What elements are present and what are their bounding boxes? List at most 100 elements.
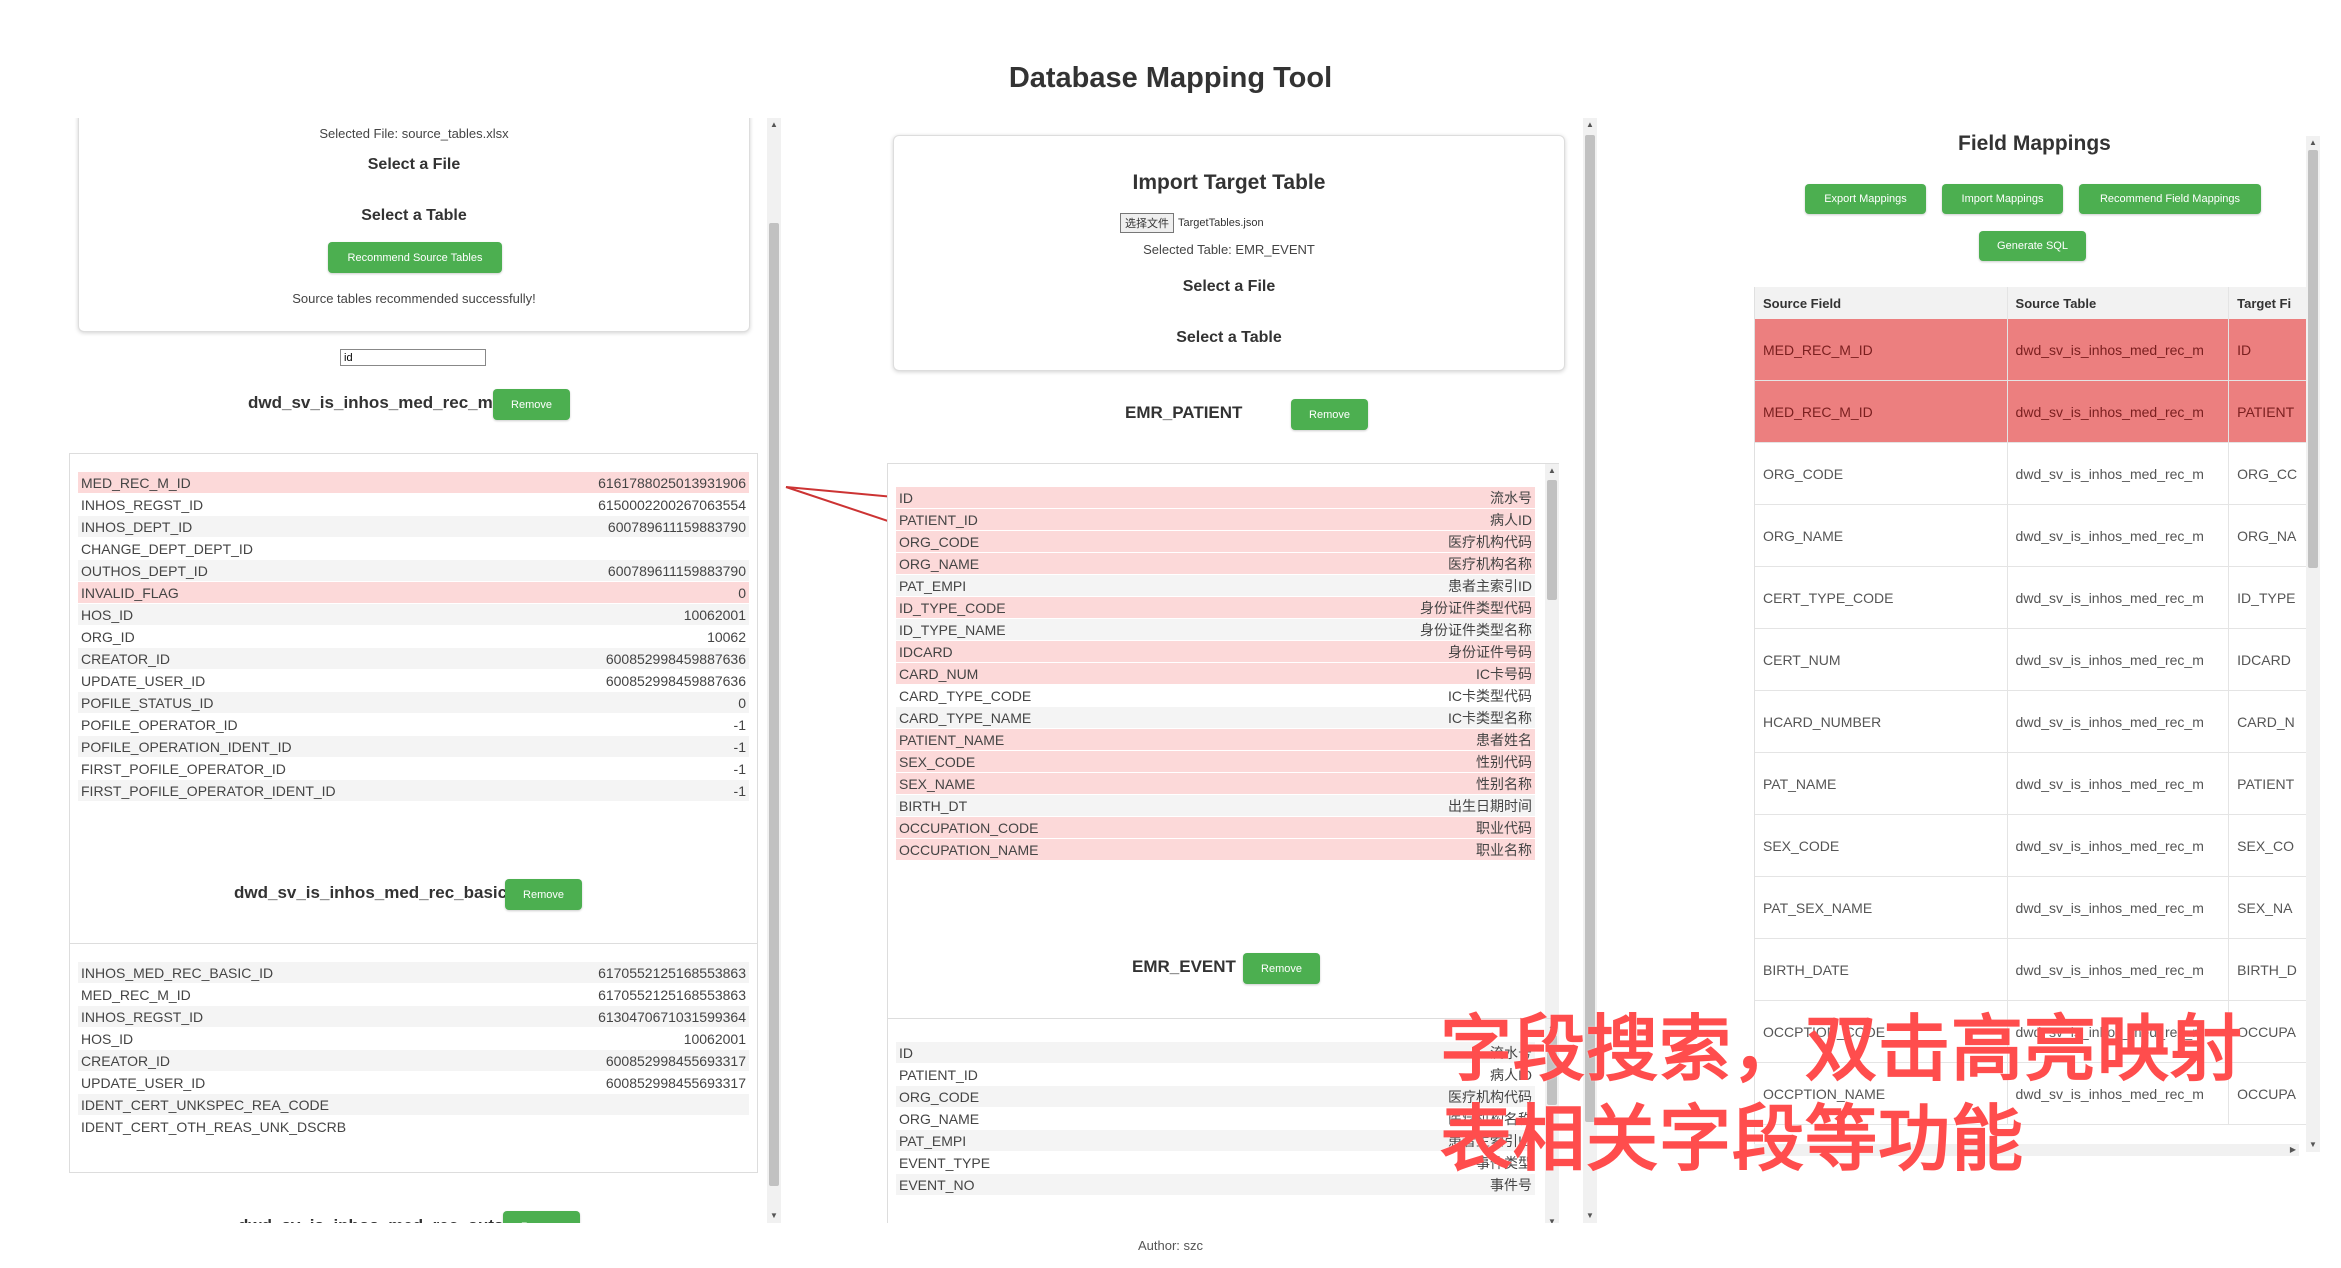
mapping-row[interactable]: PAT_SEX_NAME dwd_sv_is_inhos_med_rec_m SEX… bbox=[1755, 877, 2320, 939]
table-row[interactable]: ID 流水号 bbox=[896, 486, 1535, 508]
remove-button[interactable]: Remove bbox=[1243, 953, 1320, 984]
mapping-row[interactable]: SEX_CODE dwd_sv_is_inhos_med_rec_m SEX_CO bbox=[1755, 815, 2320, 877]
scroll-thumb[interactable] bbox=[2308, 150, 2318, 568]
table-row[interactable]: ORG_NAME 医疗机构名称 bbox=[896, 552, 1535, 574]
select-table-label[interactable]: Select a Table bbox=[79, 207, 749, 225]
select-file-label[interactable]: Select a File bbox=[894, 278, 1564, 296]
table-row[interactable]: SEX_CODE 性别代码 bbox=[896, 750, 1535, 772]
mapping-row[interactable]: ORG_NAME dwd_sv_is_inhos_med_rec_m ORG_NA bbox=[1755, 505, 2320, 567]
table-row[interactable]: BIRTH_DT 出生日期时间 bbox=[896, 794, 1535, 816]
mapping-row[interactable]: MED_REC_M_ID dwd_sv_is_inhos_med_rec_m PAT… bbox=[1755, 381, 2320, 443]
table-row[interactable]: ID_TYPE_CODE 身份证件类型代码 bbox=[896, 596, 1535, 618]
source-status-text: Source tables recommended successfully! bbox=[292, 291, 536, 306]
table-row[interactable]: INVALID_FLAG 0 bbox=[78, 581, 749, 603]
scroll-down-arrow-icon[interactable]: ▼ bbox=[2306, 1138, 2320, 1152]
table-row[interactable]: INHOS_REGST_ID 6130470671031599364 bbox=[78, 1005, 749, 1027]
table-row[interactable]: INHOS_REGST_ID 6150002200267063554 bbox=[78, 493, 749, 515]
table-row[interactable]: INHOS_MED_REC_BASIC_ID 617055212516855386… bbox=[78, 961, 749, 983]
choose-file-button[interactable]: 选择文件 bbox=[1120, 213, 1174, 233]
column-header[interactable]: Source Field bbox=[1755, 287, 2008, 319]
table-row[interactable]: UPDATE_USER_ID 600852998455693317 bbox=[78, 1071, 749, 1093]
table-row[interactable]: IDENT_CERT_OTH_REAS_UNK_DSCRB bbox=[78, 1115, 749, 1137]
table-row[interactable]: HOS_ID 10062001 bbox=[78, 1027, 749, 1049]
mappings-scrollbar[interactable]: ▲ ▼ bbox=[2306, 136, 2320, 1152]
table-row[interactable]: IDENT_CERT_UNKSPEC_REA_CODE bbox=[78, 1093, 749, 1115]
field-value: 0 bbox=[738, 584, 746, 601]
table-row[interactable]: CARD_NUM IC卡号码 bbox=[896, 662, 1535, 684]
mapping-row[interactable]: MED_REC_M_ID dwd_sv_is_inhos_med_rec_m ID bbox=[1755, 319, 2320, 381]
field-value: 10062 bbox=[707, 628, 746, 645]
mapping-row[interactable]: CERT_NUM dwd_sv_is_inhos_med_rec_m IDCARD bbox=[1755, 629, 2320, 691]
select-table-label[interactable]: Select a Table bbox=[894, 329, 1564, 347]
scroll-up-arrow-icon[interactable]: ▲ bbox=[1583, 118, 1597, 132]
source-scrollbar[interactable]: ▲ ▼ bbox=[767, 118, 781, 1223]
scroll-thumb[interactable] bbox=[769, 223, 779, 1186]
table-row[interactable]: MED_REC_M_ID 6161788025013931906 bbox=[78, 471, 749, 493]
scroll-thumb[interactable] bbox=[1585, 135, 1595, 1122]
source-table-cell: dwd_sv_is_inhos_med_rec_m bbox=[2008, 753, 2230, 814]
table-row[interactable]: ID_TYPE_NAME 身份证件类型名称 bbox=[896, 618, 1535, 640]
field-value: 6161788025013931906 bbox=[598, 474, 746, 491]
table-row[interactable]: INHOS_DEPT_ID 600789611159883790 bbox=[78, 515, 749, 537]
target-table-scrollbar[interactable]: ▲ ▼ bbox=[1545, 464, 1559, 1045]
scroll-down-arrow-icon[interactable]: ▼ bbox=[1583, 1209, 1597, 1223]
field-name: ORG_NAME bbox=[899, 1110, 980, 1127]
file-picker[interactable]: 选择文件 TargetTables.json bbox=[1120, 213, 1264, 233]
table-row[interactable]: CARD_TYPE_CODE IC卡类型代码 bbox=[896, 684, 1535, 706]
remove-button[interactable]: Remove bbox=[503, 1211, 580, 1223]
field-value: -1 bbox=[733, 760, 746, 777]
table-row[interactable]: IDCARD 身份证件号码 bbox=[896, 640, 1535, 662]
table-row[interactable]: PAT_EMPI 患者主索引ID bbox=[896, 574, 1535, 596]
remove-button[interactable]: Remove bbox=[1291, 399, 1368, 430]
field-value: 0 bbox=[738, 694, 746, 711]
field-search-input[interactable] bbox=[340, 349, 486, 366]
source-table-cell: dwd_sv_is_inhos_med_rec_m bbox=[2008, 629, 2230, 690]
table-row[interactable]: ORG_CODE 医疗机构代码 bbox=[896, 530, 1535, 552]
table-row[interactable]: ORG_ID 10062 bbox=[78, 625, 749, 647]
table-row[interactable]: MED_REC_M_ID 6170552125168553863 bbox=[78, 983, 749, 1005]
scroll-right-arrow-icon[interactable]: ▶ bbox=[2287, 1144, 2299, 1156]
recommend-source-tables-button[interactable]: Recommend Source Tables bbox=[328, 242, 502, 273]
table-row[interactable]: PATIENT_ID 病人ID bbox=[896, 508, 1535, 530]
select-file-label[interactable]: Select a File bbox=[79, 156, 749, 174]
generate-sql-button[interactable]: Generate SQL bbox=[1979, 231, 2086, 261]
table-row[interactable]: OCCUPATION_CODE 职业代码 bbox=[896, 816, 1535, 838]
mapping-row[interactable]: CERT_TYPE_CODE dwd_sv_is_inhos_med_rec_m I… bbox=[1755, 567, 2320, 629]
scroll-down-arrow-icon[interactable]: ▼ bbox=[767, 1209, 781, 1223]
column-header[interactable]: Source Table bbox=[2008, 287, 2230, 319]
scroll-down-arrow-icon[interactable]: ▼ bbox=[1545, 1215, 1559, 1223]
mapping-row[interactable]: HCARD_NUMBER dwd_sv_is_inhos_med_rec_m CAR… bbox=[1755, 691, 2320, 753]
field-value: 身份证件类型名称 bbox=[1420, 621, 1532, 638]
recommend-field-mappings-button[interactable]: Recommend Field Mappings bbox=[2079, 184, 2261, 214]
scroll-up-arrow-icon[interactable]: ▲ bbox=[1545, 464, 1559, 478]
scroll-thumb[interactable] bbox=[1547, 480, 1557, 600]
table-row[interactable]: HOS_ID 10062001 bbox=[78, 603, 749, 625]
table-row[interactable]: CARD_TYPE_NAME IC卡类型名称 bbox=[896, 706, 1535, 728]
field-name: INHOS_DEPT_ID bbox=[81, 518, 193, 535]
app-title: Database Mapping Tool bbox=[1008, 62, 1333, 94]
table-row[interactable]: FIRST_POFILE_OPERATOR_ID -1 bbox=[78, 757, 749, 779]
source-table-fields: INHOS_MED_REC_BASIC_ID 617055212516855386… bbox=[69, 943, 758, 1173]
table-row[interactable]: CREATOR_ID 600852998459887636 bbox=[78, 647, 749, 669]
author-footer: Author: szc bbox=[1137, 1238, 1204, 1253]
mapping-row[interactable]: ORG_CODE dwd_sv_is_inhos_med_rec_m ORG_CC bbox=[1755, 443, 2320, 505]
table-row[interactable]: PATIENT_NAME 患者姓名 bbox=[896, 728, 1535, 750]
import-mappings-button[interactable]: Import Mappings bbox=[1942, 184, 2063, 214]
export-mappings-button[interactable]: Export Mappings bbox=[1805, 184, 1926, 214]
table-row[interactable]: POFILE_OPERATION_IDENT_ID -1 bbox=[78, 735, 749, 757]
table-row[interactable]: CHANGE_DEPT_DEPT_ID bbox=[78, 537, 749, 559]
table-row[interactable]: POFILE_STATUS_ID 0 bbox=[78, 691, 749, 713]
scroll-up-arrow-icon[interactable]: ▲ bbox=[767, 118, 781, 132]
remove-button[interactable]: Remove bbox=[505, 879, 582, 910]
table-row[interactable]: OUTHOS_DEPT_ID 600789611159883790 bbox=[78, 559, 749, 581]
table-row[interactable]: SEX_NAME 性别名称 bbox=[896, 772, 1535, 794]
field-value: -1 bbox=[733, 782, 746, 799]
table-row[interactable]: OCCUPATION_NAME 职业名称 bbox=[896, 838, 1535, 860]
table-row[interactable]: CREATOR_ID 600852998455693317 bbox=[78, 1049, 749, 1071]
mapping-row[interactable]: PAT_NAME dwd_sv_is_inhos_med_rec_m PATIENT bbox=[1755, 753, 2320, 815]
table-row[interactable]: UPDATE_USER_ID 600852998459887636 bbox=[78, 669, 749, 691]
scroll-up-arrow-icon[interactable]: ▲ bbox=[2306, 136, 2320, 150]
table-row[interactable]: POFILE_OPERATOR_ID -1 bbox=[78, 713, 749, 735]
table-row[interactable]: FIRST_POFILE_OPERATOR_IDENT_ID -1 bbox=[78, 779, 749, 801]
remove-button[interactable]: Remove bbox=[493, 389, 570, 420]
